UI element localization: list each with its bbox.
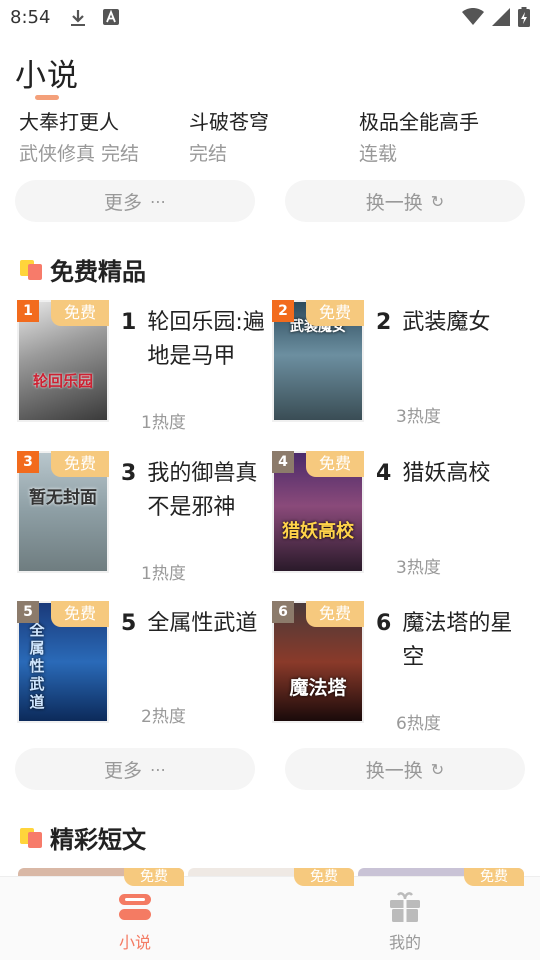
book-card[interactable]: 暂无封面 3 免费 3 我的御兽真不是邪神 1热度	[17, 451, 267, 584]
free-badge: 免费	[124, 868, 184, 886]
refresh-button[interactable]: 换一换 ↻	[285, 748, 525, 790]
rank-badge: 1	[17, 300, 39, 322]
page-title: 小说	[15, 58, 79, 94]
book-heat: 3热度	[396, 558, 441, 578]
section-header-free: 免费精品	[20, 252, 146, 287]
section-title: 免费精品	[50, 258, 146, 286]
free-badge: 免费	[306, 601, 364, 627]
book-card[interactable]: 武装魔女 2 免费 2 武装魔女 3热度	[272, 300, 522, 430]
cover-title: 全属性武道	[29, 621, 45, 711]
book-rank-number: 6	[376, 611, 392, 636]
cover-title: 魔法塔	[289, 677, 347, 699]
book-card[interactable]: 全属性武道 5 免费 5 全属性武道 2热度	[17, 601, 267, 731]
free-badge: 免费	[51, 451, 109, 477]
more-label: 更多	[103, 191, 142, 214]
section-icon	[20, 826, 44, 850]
more-button[interactable]: 更多 ⋯	[15, 748, 255, 790]
book-card[interactable]: 轮回乐园 1 免费 1 轮回乐园:遍地是马甲 1热度	[17, 300, 267, 433]
rank-badge: 4	[272, 451, 294, 473]
book-title: 4 猎妖高校	[376, 457, 526, 491]
refresh-label: 换一换	[365, 191, 423, 214]
cover-title: 暂无封面	[29, 488, 97, 508]
book-title-text: 武装魔女	[402, 310, 491, 335]
refresh-icon: ↻	[430, 191, 445, 211]
more-button[interactable]: 更多 ⋯	[15, 180, 255, 222]
section-title: 精彩短文	[50, 826, 146, 854]
book-rank-number: 3	[121, 461, 137, 486]
top-novel-item[interactable]: 极品全能高手 连载	[359, 106, 529, 166]
top-novel-meta: 武侠修真 完结	[19, 143, 140, 165]
top-novel-meta: 完结	[189, 143, 228, 165]
book-title-text: 轮回乐园:遍地是马甲	[147, 310, 265, 369]
download-icon	[70, 9, 86, 27]
refresh-button[interactable]: 换一换 ↻	[285, 180, 525, 222]
book-title: 5 全属性武道	[121, 607, 271, 641]
top-novel-name: 斗破苍穹	[189, 110, 269, 134]
title-underline	[35, 95, 59, 100]
top-novel-item[interactable]: 大奉打更人 武侠修真 完结	[19, 106, 189, 166]
book-icon	[119, 894, 151, 920]
rank-badge: 6	[272, 601, 294, 623]
more-dots-icon: ⋯	[150, 191, 166, 211]
free-badge: 免费	[294, 868, 354, 886]
free-badge: 免费	[51, 300, 109, 326]
book-rank-number: 2	[376, 310, 392, 335]
battery-charging-icon	[518, 7, 530, 31]
free-badge: 免费	[306, 451, 364, 477]
book-card[interactable]: 魔法塔 6 免费 6 魔法塔的星空 6热度	[272, 601, 522, 734]
free-badge: 免费	[306, 300, 364, 326]
nav-label: 我的	[388, 933, 421, 952]
gift-icon	[390, 892, 420, 922]
rank-badge: 5	[17, 601, 39, 623]
book-card[interactable]: 猎妖高校 4 免费 4 猎妖高校 3热度	[272, 451, 522, 581]
book-heat: 3热度	[396, 407, 441, 427]
book-title: 2 武装魔女	[376, 306, 526, 340]
nav-item-novel[interactable]: 小说	[0, 877, 270, 960]
book-title-text: 魔法塔的星空	[402, 611, 513, 670]
refresh-icon: ↻	[430, 759, 445, 779]
cover-title: 轮回乐园	[32, 372, 93, 390]
status-time: 8:54	[10, 7, 51, 28]
rank-badge: 3	[17, 451, 39, 473]
section-icon	[20, 258, 44, 282]
refresh-label: 换一换	[365, 759, 423, 782]
top-novel-item[interactable]: 斗破苍穹 完结	[189, 106, 359, 166]
book-title: 3 我的御兽真不是邪神	[121, 457, 271, 525]
book-title: 1 轮回乐园:遍地是马甲	[121, 306, 271, 374]
book-title: 6 魔法塔的星空	[376, 607, 526, 675]
status-bar: 8:54	[0, 0, 540, 36]
top-novel-name: 极品全能高手	[359, 110, 479, 134]
book-title-text: 猎妖高校	[402, 461, 491, 486]
section-header-short: 精彩短文	[20, 820, 146, 855]
free-badge: 免费	[51, 601, 109, 627]
more-label: 更多	[103, 759, 142, 782]
nav-item-mine[interactable]: 我的	[270, 877, 540, 960]
book-title-text: 我的御兽真不是邪神	[147, 461, 258, 520]
top-novel-name: 大奉打更人	[19, 110, 119, 134]
book-heat: 1热度	[141, 564, 186, 584]
nav-label: 小说	[118, 933, 151, 952]
cover-title: 猎妖高校	[282, 521, 354, 542]
free-badge: 免费	[464, 868, 524, 886]
top-novel-meta: 连载	[359, 143, 398, 165]
wifi-icon	[462, 7, 484, 30]
more-dots-icon: ⋯	[150, 759, 166, 779]
book-heat: 2热度	[141, 707, 186, 727]
book-rank-number: 1	[121, 310, 137, 335]
book-rank-number: 4	[376, 461, 392, 486]
rank-badge: 2	[272, 300, 294, 322]
book-heat: 6热度	[396, 714, 441, 734]
book-title-text: 全属性武道	[147, 611, 258, 636]
font-icon	[103, 9, 119, 27]
signal-icon	[492, 8, 510, 30]
book-rank-number: 5	[121, 611, 137, 636]
book-heat: 1热度	[141, 413, 186, 433]
bottom-nav: 小说 我的	[0, 876, 540, 960]
status-right-icons	[462, 7, 530, 31]
